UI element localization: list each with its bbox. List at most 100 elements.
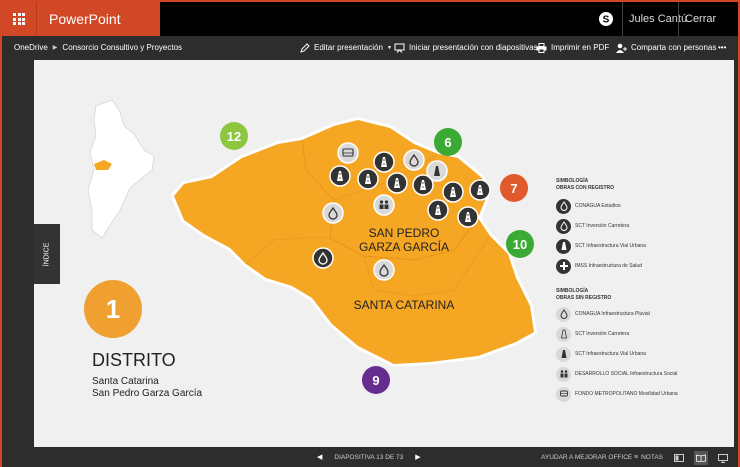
district-badge-10[interactable]: 10 [506,230,534,258]
caret-down-icon: ▼ [386,45,392,51]
district-number-badge: 1 [84,280,142,338]
slideshow-view-button[interactable] [716,451,730,465]
district-badge-6[interactable]: 6 [434,128,462,156]
legend-item: CONAGUA Estudios [556,196,726,216]
legend-item: IMSS Infraestructura de Salud [556,256,726,276]
road-marker [427,199,449,221]
app-name[interactable]: PowerPoint Online [36,2,160,61]
chevron-right-icon: ▶ [52,45,58,51]
legend-title-line: OBRAS SIN REGISTRO [556,295,612,301]
print-pdf-button[interactable]: Imprimir en PDF [536,36,609,60]
road-marker [457,206,479,228]
waffle-icon [13,13,25,25]
district-badge-label: 7 [510,180,518,196]
drop-marker-light [403,149,425,171]
road-marker [442,181,464,203]
pencil-icon [300,43,310,53]
legend-item: FONDO METROPOLITANO Movilidad Urbana [556,384,726,404]
people-marker [373,194,395,216]
status-bar: ◀ DIAPOSITIVA 13 DE 73 ▶ AYUDAR A MEJORA… [2,449,738,467]
legend-item: CONAGUA Infraestructura Pluvial [556,304,726,324]
road-marker [357,168,379,190]
district-title: DISTRITO [92,350,176,370]
legend-item-label: SCT Inversión Carretera [575,331,630,337]
district-badge-9[interactable]: 9 [362,366,390,394]
notes-label: NOTAS [641,454,664,461]
index-tab[interactable]: ÍNDICE [34,224,60,284]
legend-item-label: SCT Inversión Carretera [575,223,630,229]
district-badge-label: 12 [226,128,242,144]
index-tab-label: ÍNDICE [43,242,51,266]
road-marker [373,151,395,173]
drop-marker-dark [312,247,334,269]
start-slideshow-label: Iniciar presentación con diapositivas [409,43,538,52]
district-badge-12[interactable]: 12 [220,122,248,150]
legend-item: SCT Inversión Carretera [556,324,726,344]
breadcrumb-folder[interactable]: Consorcio Consultivo y Proyectos [62,36,182,60]
district-number: 1 [105,293,121,324]
next-slide-icon[interactable]: ▶ [415,449,420,467]
bus-icon [556,386,571,402]
window-frame: PowerPoint Online S Jules Cantú Cerrar s… [0,0,740,467]
slide-navigation: ◀ DIAPOSITIVA 13 DE 73 ▶ [317,449,421,467]
people-icon [556,366,571,382]
normal-view-button[interactable] [672,451,686,465]
printer-icon [536,43,547,53]
previous-slide-icon[interactable]: ◀ [317,449,322,467]
legend-item-label: SCT Infraestructura Vial Urbana [575,351,646,357]
breadcrumb: OneDrive ▶ Consorcio Consultivo y Proyec… [14,36,182,60]
region-san-pedro-line2: GARZA GARCÍA [358,240,450,254]
help-improve-office-link[interactable]: AYUDAR A MEJORAR OFFICE [541,449,632,467]
svg-text:S: S [603,15,610,26]
cross-icon [556,258,571,274]
road-icon [556,238,571,254]
normal-view-icon [674,454,684,462]
more-options-button[interactable]: ••• [718,36,726,60]
district-badge-7[interactable]: 7 [500,174,528,202]
edit-presentation-label: Editar presentación [314,43,383,52]
sign-out-link[interactable]: Cerrar sesión [678,2,738,59]
municipality-line: Santa Catarina [92,376,159,387]
legend-item-label: CONAGUA Infraestructura Pluvial [575,311,650,317]
municipality-line: San Pedro Garza García [92,388,203,399]
reading-view-icon [696,454,706,462]
person-add-icon [616,43,627,53]
more-icon: ••• [718,43,727,52]
district-badge-label: 9 [372,372,380,388]
legend-item: DESARROLLO SOCIAL Infraestructura Social [556,364,726,384]
drop-icon [556,198,571,214]
district-badge-label: 6 [444,134,452,150]
slide-canvas: 12 6 7 10 9 1 SAN PEDRO GARZA GARCÍA SAN… [34,60,734,447]
print-pdf-label: Imprimir en PDF [551,43,610,52]
road-marker-light [426,160,448,182]
legend-item: SCT Infraestructura Vial Urbana [556,236,726,256]
share-button[interactable]: Comparta con personas [616,36,716,60]
drop-marker-light [322,202,344,224]
map-legend: SIMBOLOGÍA OBRAS CON REGISTRO CONAGUA Es… [556,178,726,404]
bus-marker [337,142,359,164]
legend-title-with-registry: SIMBOLOGÍA OBRAS CON REGISTRO [556,178,726,192]
share-label: Comparta con personas [631,43,717,52]
road-icon [556,326,571,342]
reading-view-button[interactable] [694,451,708,465]
legend-item: SCT Infraestructura Vial Urbana [556,344,726,364]
district-municipalities: Santa Catarina San Pedro Garza García [92,376,202,400]
skype-icon[interactable]: S [594,7,618,31]
edit-presentation-button[interactable]: Editar presentación ▼ [300,36,392,60]
projector-icon [394,43,405,53]
legend-item-label: CONAGUA Estudios [575,203,621,209]
command-bar: OneDrive ▶ Consorcio Consultivo y Proyec… [2,36,738,60]
region-label-santa-catarina: SANTA CATARINA [353,298,455,312]
slide-counter: DIAPOSITIVA 13 DE 73 [334,454,404,461]
start-slideshow-button[interactable]: Iniciar presentación con diapositivas [394,36,538,60]
notes-button[interactable]: ≡ NOTAS [634,449,663,467]
breadcrumb-onedrive[interactable]: OneDrive [14,36,48,60]
drop-marker-light [373,259,395,281]
road-marker [329,165,351,187]
region-label-san-pedro: SAN PEDRO GARZA GARCÍA [334,226,474,254]
district-badge-label: 10 [512,236,528,252]
road-marker [469,179,491,201]
slideshow-view-icon [718,453,728,463]
legend-title-line: OBRAS CON REGISTRO [556,185,615,191]
app-launcher-button[interactable] [2,2,36,36]
